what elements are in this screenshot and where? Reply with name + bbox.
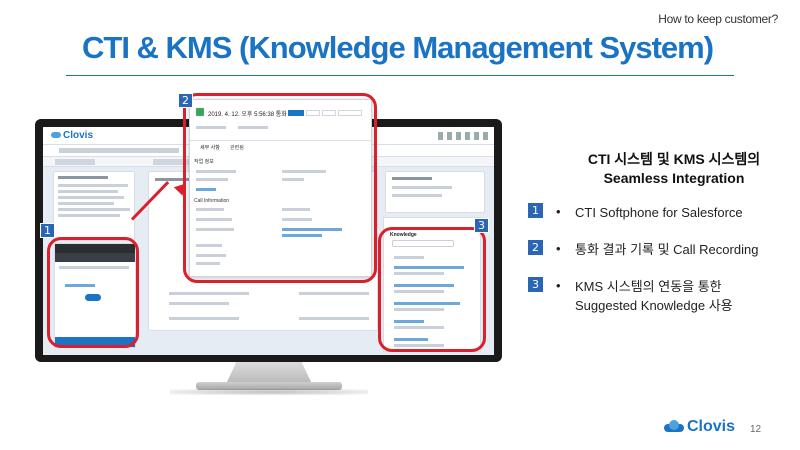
page-number: 12 (750, 424, 762, 435)
callout-ring-knowledge (378, 227, 486, 352)
bullet-marker: • (556, 278, 561, 293)
activity-row[interactable] (169, 292, 249, 295)
feature-text: KMS 시스템의 연동을 통한 Suggested Knowledge 사용 (575, 277, 733, 315)
feature-text: 통화 결과 기록 및 Call Recording (575, 242, 759, 257)
app-logo-text: Clovis (63, 130, 94, 141)
header-toolbar-icons[interactable] (438, 132, 488, 140)
bullet-marker: • (556, 241, 561, 256)
nav-items[interactable] (59, 148, 179, 153)
panel-header (392, 177, 432, 180)
customer-detail-panel (53, 171, 135, 241)
field-row (58, 202, 114, 205)
slide-title: CTI & KMS (Knowledge Management System) (82, 30, 714, 65)
activity-row[interactable] (169, 302, 229, 305)
callout-ring-softphone (47, 237, 139, 348)
callout-badge-3: 3 (474, 218, 489, 233)
activity-row[interactable] (169, 317, 239, 320)
cloud-icon (51, 132, 61, 139)
cloud-icon (664, 420, 684, 432)
section-heading: CTI 시스템 및 KMS 시스템의 Seamless Integration (568, 150, 780, 188)
field-row (58, 214, 120, 217)
activity-row[interactable] (299, 317, 369, 320)
feature-number: 1 (528, 203, 543, 218)
alert-panel (385, 171, 485, 213)
footer-logo: Clovis (664, 418, 735, 436)
slide-tagline: How to keep customer? (658, 12, 778, 26)
title-divider (66, 75, 734, 76)
monitor-shadow (170, 389, 368, 395)
bullet-marker: • (556, 204, 561, 219)
app-logo: Clovis (51, 130, 93, 141)
activity-row[interactable] (299, 292, 369, 295)
callout-badge-1: 1 (40, 223, 55, 238)
heading-line-2: Seamless Integration (603, 170, 745, 186)
feature-text: CTI Softphone for Salesforce (575, 205, 743, 220)
feature-text-line-2: Suggested Knowledge 사용 (575, 298, 733, 313)
feature-number: 2 (528, 240, 543, 255)
heading-line-1: CTI 시스템 및 KMS 시스템의 (587, 151, 761, 167)
field-row (58, 208, 130, 211)
field-row (392, 194, 442, 197)
workspace-tab[interactable] (55, 159, 95, 165)
field-row (392, 186, 452, 189)
feature-text-line-1: KMS 시스템의 연동을 통한 (575, 279, 722, 294)
field-row (58, 184, 128, 187)
field-row (58, 190, 118, 193)
footer-brand-text: Clovis (687, 418, 736, 435)
field-row (58, 196, 124, 199)
monitor-stand-neck (226, 362, 312, 384)
feature-number: 3 (528, 277, 543, 292)
panel-header (58, 176, 108, 179)
callout-ring-call-record (183, 93, 377, 283)
callout-badge-2: 2 (178, 93, 193, 108)
